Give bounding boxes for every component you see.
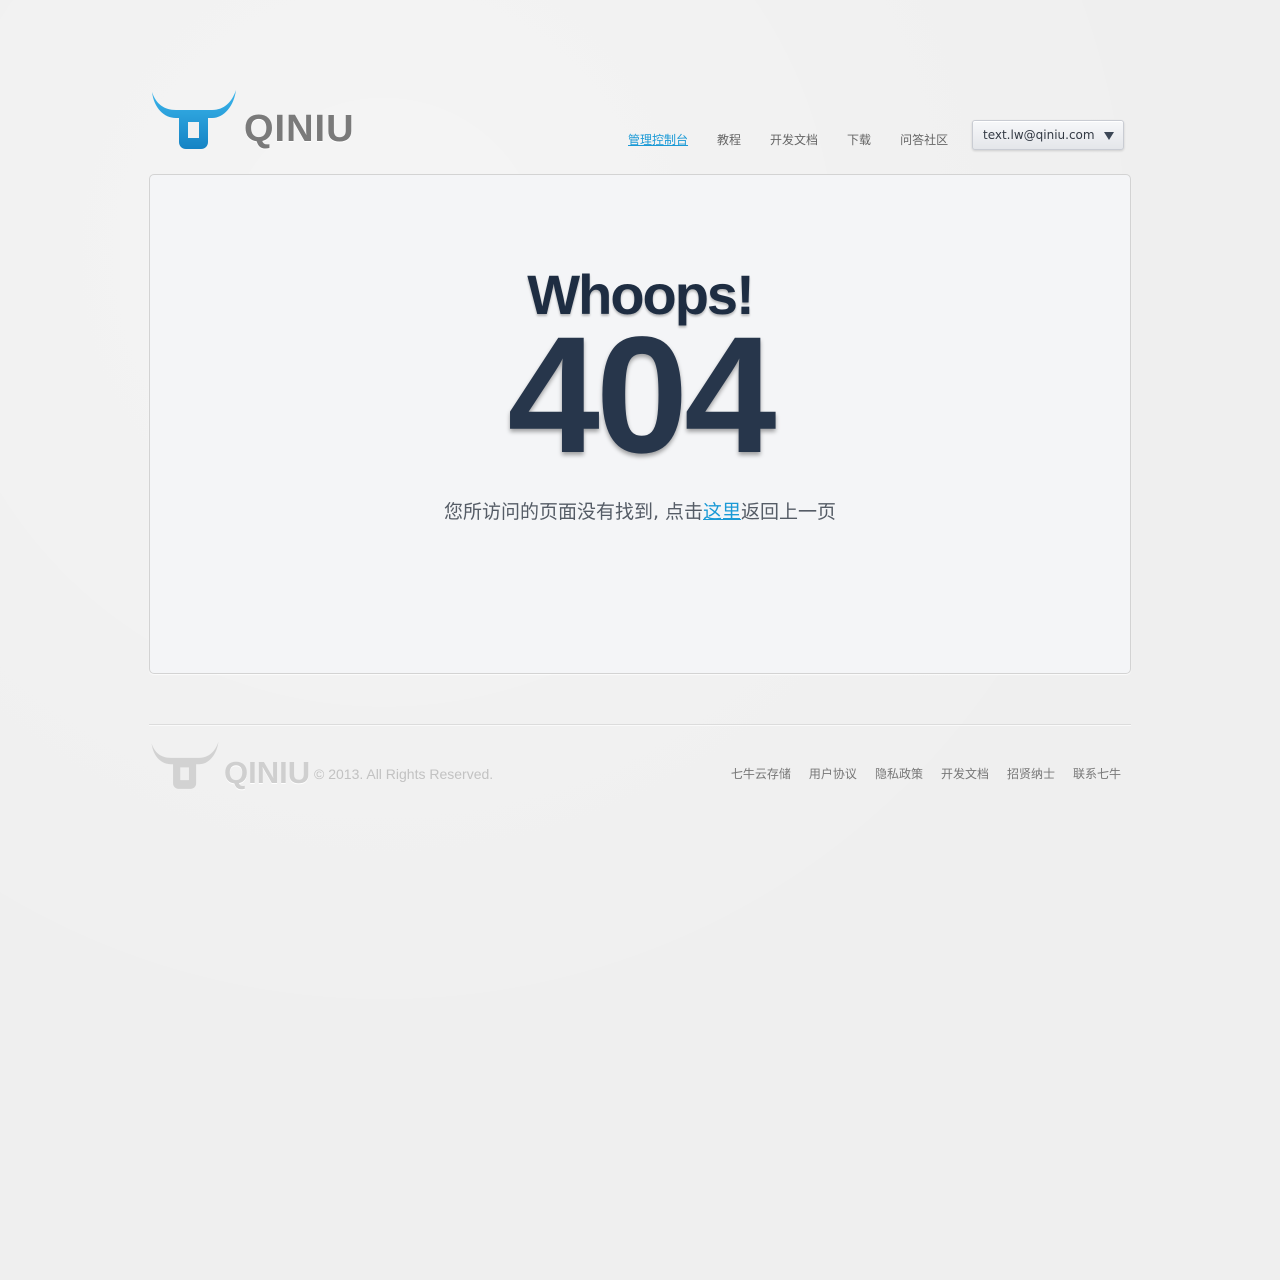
nav-item-tutorials[interactable]: 教程 <box>717 131 741 148</box>
footer-links: 七牛云存储 用户协议 隐私政策 开发文档 招贤纳士 联系七牛 <box>713 765 1121 782</box>
footer-link-contact[interactable]: 联系七牛 <box>1073 765 1121 782</box>
copyright-text: © 2013. All Rights Reserved. <box>314 766 494 782</box>
logo-wordmark: QINIU <box>244 108 355 150</box>
error-panel: Whoops! 404 您所访问的页面没有找到, 点击这里返回上一页 <box>149 174 1131 674</box>
footer-link-privacy[interactable]: 隐私政策 <box>875 765 923 782</box>
error-message-text: 您所访问的页面没有找到, 点击 <box>443 501 704 523</box>
main-nav: 管理控制台 教程 开发文档 下载 问答社区 <box>628 131 977 148</box>
error-code: 404 <box>507 303 777 488</box>
footer-link-qiniu-storage[interactable]: 七牛云存储 <box>731 765 791 782</box>
bull-head-icon <box>152 90 236 149</box>
go-back-link[interactable]: 这里 <box>703 501 741 523</box>
nav-item-docs[interactable]: 开发文档 <box>770 131 818 148</box>
footer-link-docs[interactable]: 开发文档 <box>941 765 989 782</box>
footer-divider <box>149 724 1131 726</box>
error-message: 您所访问的页面没有找到, 点击这里返回上一页 <box>150 497 1130 524</box>
nav-item-community[interactable]: 问答社区 <box>900 131 948 148</box>
account-dropdown[interactable]: text.lw@qiniu.com <box>972 120 1124 150</box>
nav-item-console[interactable]: 管理控制台 <box>628 131 688 148</box>
footer-link-terms[interactable]: 用户协议 <box>809 765 857 782</box>
footer-link-careers[interactable]: 招贤纳士 <box>1007 765 1055 782</box>
footer-logo-wordmark: QINIU <box>224 755 311 790</box>
page: QINIU 管理控制台 教程 开发文档 下载 问答社区 text.lw@qini… <box>0 0 1280 1280</box>
bull-head-icon <box>151 741 219 789</box>
account-email: text.lw@qiniu.com <box>983 128 1095 142</box>
nav-item-download[interactable]: 下载 <box>847 131 871 148</box>
error-message-suffix: 返回上一页 <box>741 501 837 523</box>
caret-down-icon <box>1104 132 1114 140</box>
brand-logo[interactable]: QINIU <box>150 88 355 150</box>
footer-logo: QINIU <box>150 740 310 790</box>
